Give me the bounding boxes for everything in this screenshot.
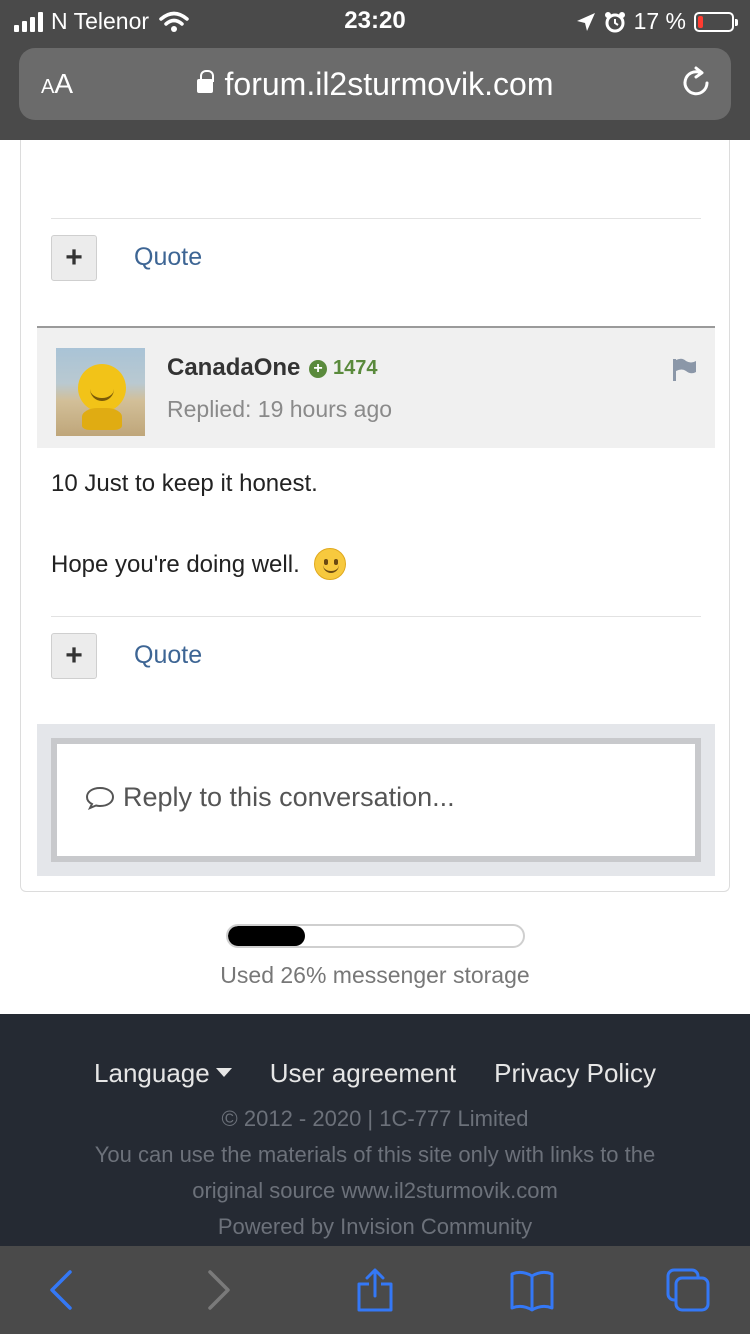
battery-level [698,15,704,28]
divider [51,616,701,617]
footer-links: Language User agreement Privacy Policy [0,1058,750,1089]
avatar[interactable] [56,348,145,436]
post-header: CanadaOne + 1474 Replied: 19 hours ago [37,326,715,448]
site-footer: Language User agreement Privacy Policy ©… [0,1014,750,1246]
status-bar: N Telenor 23:20 17 % [0,0,750,40]
url-text: forum.il2sturmovik.com [224,66,554,102]
post-body-text: Hope you're doing well. [51,551,300,578]
reply-placeholder-text: Reply to this conversation... [123,782,455,812]
back-icon[interactable] [38,1268,86,1312]
storage-label: Used 26% messenger storage [220,962,530,988]
forward-icon[interactable] [194,1268,242,1312]
lock-icon [196,70,214,93]
status-bar-right: 17 % [576,8,738,35]
comment-bubble-icon [85,786,115,810]
powered-by-link[interactable]: Powered by Invision Community [0,1214,750,1240]
post-body-line: Hope you're doing well. [51,548,346,580]
plus-circle-icon: + [309,359,327,378]
materials-notice-link[interactable]: original source www.il2sturmovik.com [0,1178,750,1204]
reply-input[interactable]: Reply to this conversation... [51,738,701,862]
language-selector[interactable]: Language [94,1058,232,1089]
storage-progress-bar [226,924,525,948]
reaction-plus-button[interactable]: + [51,633,97,679]
materials-notice: You can use the materials of this site o… [94,1142,656,1167]
battery-icon [694,11,738,32]
quote-link[interactable]: Quote [134,243,202,272]
privacy-policy-link[interactable]: Privacy Policy [494,1058,656,1089]
user-agreement-link[interactable]: User agreement [270,1058,456,1089]
browser-address-area: AA forum.il2sturmovik.com [0,40,750,140]
smile-emoji-icon [313,548,346,580]
divider [51,218,701,219]
avatar-smiley-base [82,408,122,430]
reaction-plus-button[interactable]: + [51,235,97,281]
reputation-badge: + 1474 [309,357,378,380]
caret-down-icon [215,1068,232,1077]
conversation-card: + Quote CanadaOne + 1474 Replied: 19 hou… [20,140,730,892]
reply-area: Reply to this conversation... [37,724,715,876]
author-name[interactable]: CanadaOne [167,354,300,382]
url-field[interactable]: forum.il2sturmovik.com [19,66,731,103]
alarm-icon [604,11,625,32]
battery-percent: 17 % [633,8,686,34]
reply-timestamp: Replied: 19 hours ago [167,396,393,422]
post-body-line: 10 Just to keep it honest. [51,470,318,497]
storage-progress-fill [228,926,305,946]
address-bar[interactable]: AA forum.il2sturmovik.com [19,48,731,120]
browser-toolbar [0,1246,750,1334]
reputation-count: 1474 [333,357,378,379]
flag-icon[interactable] [671,358,697,382]
reload-icon[interactable] [679,66,713,100]
bookmarks-icon[interactable] [508,1268,556,1312]
location-arrow-icon [576,12,595,31]
language-label: Language [94,1058,210,1088]
page-content: + Quote CanadaOne + 1474 Replied: 19 hou… [0,140,750,1014]
avatar-smiley-figure [78,364,126,412]
quote-link[interactable]: Quote [134,641,202,670]
tabs-icon[interactable] [664,1268,712,1312]
reply-placeholder: Reply to this conversation... [85,782,455,813]
share-icon[interactable] [351,1268,399,1312]
copyright-text: © 2012 - 2020 | 1C-777 Limited [221,1106,529,1131]
